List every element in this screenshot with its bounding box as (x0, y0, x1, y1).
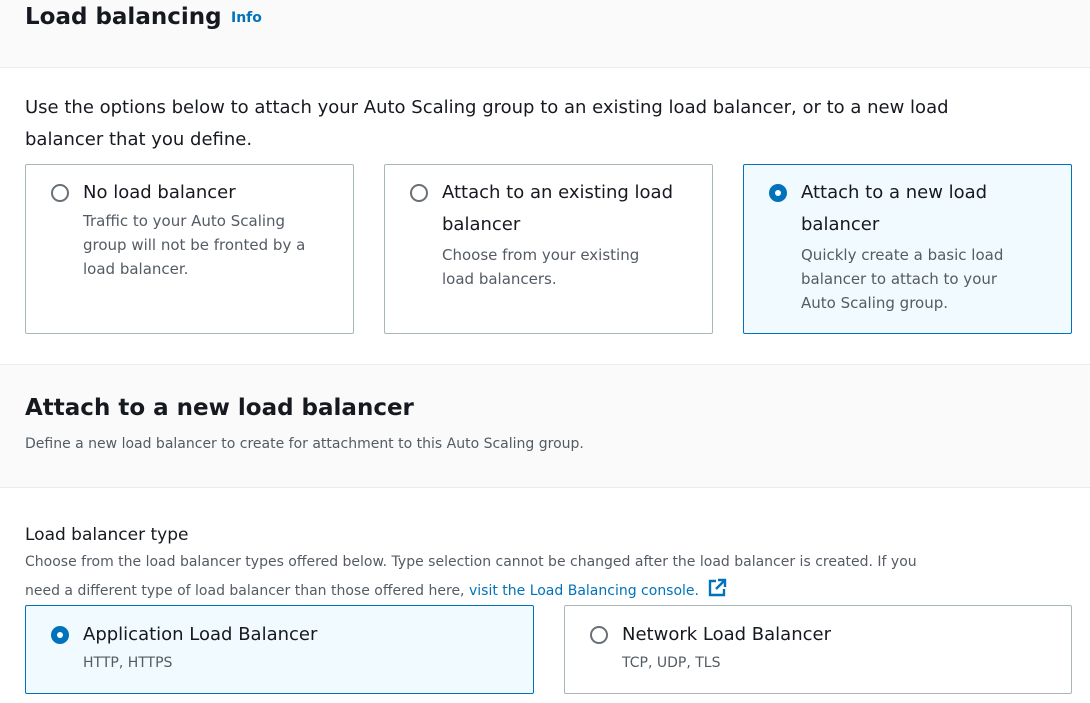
intro-text-line2: balancer that you define. (25, 129, 253, 150)
option-desc-line2: balancer to attach to your (801, 270, 998, 288)
type-title: Application Load Balancer (83, 624, 318, 645)
option-desc-line3: load balancer. (83, 260, 189, 278)
load-balancing-console-link[interactable]: visit the Load Balancing console. (469, 583, 699, 599)
option-desc-line3: Auto Scaling group. (801, 294, 949, 312)
option-title-line2: balancer (801, 214, 880, 235)
info-link[interactable]: Info (231, 10, 262, 26)
load-balancing-title: Load balancing (25, 4, 222, 30)
radio-existing-load-balancer[interactable] (410, 184, 428, 202)
option-no-load-balancer[interactable]: No load balancer Traffic to your Auto Sc… (25, 164, 354, 334)
option-title-line1: Attach to an existing load (442, 182, 673, 203)
type-title: Network Load Balancer (622, 624, 831, 645)
lb-type-desc-line1: Choose from the load balancer types offe… (25, 554, 917, 570)
radio-no-load-balancer[interactable] (51, 184, 69, 202)
option-desc-line1: Quickly create a basic load (801, 246, 1004, 264)
option-title-line2: balancer (442, 214, 521, 235)
option-desc-line2: group will not be fronted by a (83, 236, 306, 254)
option-desc-line1: Choose from your existing (442, 246, 640, 264)
new-load-balancer-header (0, 364, 1090, 488)
type-network-load-balancer[interactable]: Network Load Balancer TCP, UDP, TLS (564, 605, 1072, 694)
type-application-load-balancer[interactable]: Application Load Balancer HTTP, HTTPS (25, 605, 534, 694)
option-new-load-balancer[interactable]: Attach to a new load balancer Quickly cr… (743, 164, 1072, 334)
option-desc-line1: Traffic to your Auto Scaling (83, 212, 286, 230)
intro-text-line1: Use the options below to attach your Aut… (25, 97, 949, 118)
option-existing-load-balancer[interactable]: Attach to an existing load balancer Choo… (384, 164, 713, 334)
option-desc-line2: load balancers. (442, 270, 557, 288)
type-desc: HTTP, HTTPS (83, 655, 173, 671)
radio-new-load-balancer[interactable] (769, 184, 787, 202)
lb-type-desc-text: need a different type of load balancer t… (25, 583, 465, 599)
type-desc: TCP, UDP, TLS (622, 655, 721, 671)
new-load-balancer-description: Define a new load balancer to create for… (25, 436, 584, 452)
option-title: No load balancer (83, 182, 236, 203)
lb-type-label: Load balancer type (25, 525, 189, 545)
new-load-balancer-title: Attach to a new load balancer (25, 395, 414, 421)
radio-network-load-balancer[interactable] (590, 626, 608, 644)
lb-type-desc-line2: need a different type of load balancer t… (25, 578, 727, 599)
radio-application-load-balancer[interactable] (51, 626, 69, 644)
external-link-icon[interactable] (707, 578, 727, 598)
option-title-line1: Attach to a new load (801, 182, 988, 203)
